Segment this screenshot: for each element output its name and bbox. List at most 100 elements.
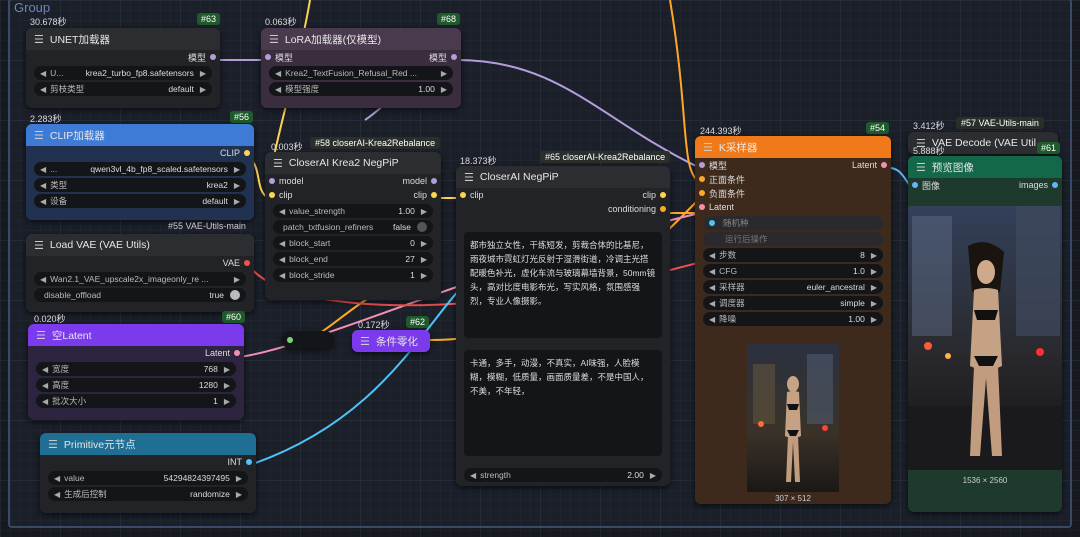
negpip-strength-widget[interactable]: ◀ strength 2.00 ▶ xyxy=(464,468,662,482)
left-arrow-icon[interactable]: ◀ xyxy=(279,255,285,264)
left-arrow-icon[interactable]: ◀ xyxy=(40,197,46,206)
menu-icon[interactable]: ☰ xyxy=(916,161,926,174)
slot-dot[interactable] xyxy=(881,162,887,168)
toggle-switch[interactable] xyxy=(417,222,427,232)
menu-icon[interactable]: ☰ xyxy=(464,171,474,184)
menu-icon[interactable]: ☰ xyxy=(34,33,44,46)
left-arrow-icon[interactable]: ◀ xyxy=(470,471,476,480)
preview-header[interactable]: ☰ 预览图像 xyxy=(908,156,1062,178)
left-arrow-icon[interactable]: ◀ xyxy=(40,181,46,190)
ksampler-in-negative[interactable]: 负面条件 xyxy=(695,186,891,200)
right-arrow-icon[interactable]: ▶ xyxy=(224,365,230,374)
left-arrow-icon[interactable]: ◀ xyxy=(40,275,46,284)
negpip2-patch-widget[interactable]: patch_txtfusion_refiners false xyxy=(273,220,433,234)
menu-icon[interactable]: ☰ xyxy=(48,438,58,451)
left-arrow-icon[interactable]: ◀ xyxy=(279,239,285,248)
ksampler-after-widget[interactable]: 运行后操作 xyxy=(703,232,883,246)
latent-batch-widget[interactable]: ◀ 批次大小 1 ▶ xyxy=(36,394,236,408)
unet-header[interactable]: ☰ UNET加载器 xyxy=(26,28,220,50)
negpip-out-cond[interactable]: conditioning xyxy=(456,202,670,216)
negpip2-strength-widget[interactable]: ◀ value_strength 1.00 ▶ xyxy=(273,204,433,218)
node-unet-loader[interactable]: ☰ UNET加载器 模型 ◀ U... krea2_turbo_fp8.safeten… xyxy=(26,28,220,108)
slot-dot[interactable] xyxy=(451,54,457,60)
node-empty-latent[interactable]: ☰ 空Latent Latent ◀ 宽度 768 ▶ ◀ 高度 1280 ▶ ◀ 批次大小 1 ▶ xyxy=(28,324,244,420)
latent-width-widget[interactable]: ◀ 宽度 768 ▶ xyxy=(36,362,236,376)
slot-dot[interactable] xyxy=(460,192,466,198)
menu-icon[interactable]: ☰ xyxy=(36,329,46,342)
slot-dot[interactable] xyxy=(699,190,705,196)
toggle-switch[interactable] xyxy=(230,290,240,300)
node-clip-loader[interactable]: ☰ CLIP加载器 CLIP ◀... qwen3vl_4b_fp8_scaled.… xyxy=(26,124,254,220)
latent-out[interactable]: Latent xyxy=(28,346,244,360)
vae-out[interactable]: VAE xyxy=(26,256,254,270)
node-preview-image[interactable]: ☰ 预览图像 图像 images 1536 × 2560 xyxy=(908,156,1062,512)
left-arrow-icon[interactable]: ◀ xyxy=(54,474,60,483)
right-arrow-icon[interactable]: ▶ xyxy=(871,315,877,324)
lora-strength-widget[interactable]: ◀ 模型强度 1.00 ▶ xyxy=(269,82,453,96)
slot-dot[interactable] xyxy=(269,192,275,198)
right-arrow-icon[interactable]: ▶ xyxy=(871,299,877,308)
primitive-header[interactable]: ☰ Primitive元节点 xyxy=(40,433,256,455)
lora-header[interactable]: ☰ LoRA加载器(仅模型) xyxy=(261,28,461,50)
reroute-in-dot[interactable] xyxy=(287,337,293,343)
latent-height-widget[interactable]: ◀ 高度 1280 ▶ xyxy=(36,378,236,392)
right-arrow-icon[interactable]: ▶ xyxy=(441,85,447,94)
positive-prompt-textarea[interactable]: 都市独立女性，干练短发，剪裁合体的比基尼，雨夜城市霓虹灯光反射于湿滑街道，冷调主… xyxy=(464,232,662,338)
slot-dot[interactable] xyxy=(244,260,250,266)
slot-dot[interactable] xyxy=(246,459,252,465)
right-arrow-icon[interactable]: ▶ xyxy=(421,271,427,280)
seed-input-dot[interactable] xyxy=(709,220,715,226)
slot-dot[interactable] xyxy=(269,178,275,184)
menu-icon[interactable]: ☰ xyxy=(273,157,283,170)
left-arrow-icon[interactable]: ◀ xyxy=(709,299,715,308)
right-arrow-icon[interactable]: ▶ xyxy=(421,239,427,248)
ksampler-sampler-widget[interactable]: ◀ 采样器 euler_ancestral ▶ xyxy=(703,280,883,294)
left-arrow-icon[interactable]: ◀ xyxy=(42,381,48,390)
right-arrow-icon[interactable]: ▶ xyxy=(200,85,206,94)
node-closerai-negpip[interactable]: ☰ CloserAI NegPiP clip clip conditioning … xyxy=(456,166,670,486)
slot-dot[interactable] xyxy=(234,350,240,356)
ksampler-steps-widget[interactable]: ◀ 步数 8 ▶ xyxy=(703,248,883,262)
lora-name-widget[interactable]: ◀ Krea2_TextFusion_Refusal_Red ... ▶ xyxy=(269,66,453,80)
right-arrow-icon[interactable]: ▶ xyxy=(234,275,240,284)
negpip2-header[interactable]: ☰ CloserAI Krea2 NegPiP xyxy=(265,152,441,174)
left-arrow-icon[interactable]: ◀ xyxy=(40,69,46,78)
vae-header[interactable]: ☰ Load VAE (VAE Utils) xyxy=(26,234,254,256)
clip-device-widget[interactable]: ◀ 设备 default ▶ xyxy=(34,194,246,208)
left-arrow-icon[interactable]: ◀ xyxy=(275,69,281,78)
node-load-vae[interactable]: ☰ Load VAE (VAE Utils) VAE ◀ Wan2.1_VAE_up… xyxy=(26,234,254,312)
menu-icon[interactable]: ☰ xyxy=(269,33,279,46)
node-ksampler[interactable]: ☰ K采样器 模型 Latent 正面条件 负面条件 Latent 随机种 运行后… xyxy=(695,136,891,504)
negative-prompt-textarea[interactable]: 卡通，多手，动漫，不真实，AI味强，人脸模糊，模糊，低质量，画面质量差，不是中国… xyxy=(464,350,662,456)
negpip2-start-widget[interactable]: ◀ block_start 0 ▶ xyxy=(273,236,433,250)
ksampler-in-latent[interactable]: Latent xyxy=(695,200,891,214)
slot-dot[interactable] xyxy=(660,206,666,212)
reroute-node[interactable] xyxy=(282,331,334,349)
slot-dot[interactable] xyxy=(210,54,216,60)
vae-name-widget[interactable]: ◀ Wan2.1_VAE_upscale2x_imageonly_re ... ▶ xyxy=(34,272,246,286)
left-arrow-icon[interactable]: ◀ xyxy=(279,271,285,280)
right-arrow-icon[interactable]: ▶ xyxy=(200,69,206,78)
slot-dot[interactable] xyxy=(699,204,705,210)
clip-name-widget[interactable]: ◀... qwen3vl_4b_fp8_scaled.safetensors ▶ xyxy=(34,162,246,176)
slot-dot[interactable] xyxy=(1052,182,1058,188)
right-arrow-icon[interactable]: ▶ xyxy=(234,197,240,206)
left-arrow-icon[interactable]: ◀ xyxy=(54,490,60,499)
unet-name-widget[interactable]: ◀ U... krea2_turbo_fp8.safetensors ▶ xyxy=(34,66,212,80)
negpip2-stride-widget[interactable]: ◀ block_stride 1 ▶ xyxy=(273,268,433,282)
right-arrow-icon[interactable]: ▶ xyxy=(234,181,240,190)
group-title[interactable]: Group xyxy=(14,0,50,15)
right-arrow-icon[interactable]: ▶ xyxy=(236,490,242,499)
left-arrow-icon[interactable]: ◀ xyxy=(42,365,48,374)
right-arrow-icon[interactable]: ▶ xyxy=(650,471,656,480)
slot-dot[interactable] xyxy=(265,54,271,60)
node-primitive[interactable]: ☰ Primitive元节点 INT ◀ value 54294824397495 ▶ … xyxy=(40,433,256,513)
clip-header[interactable]: ☰ CLIP加载器 xyxy=(26,124,254,146)
right-arrow-icon[interactable]: ▶ xyxy=(421,207,427,216)
slot-dot[interactable] xyxy=(699,162,705,168)
ksampler-scheduler-widget[interactable]: ◀ 调度器 simple ▶ xyxy=(703,296,883,310)
right-arrow-icon[interactable]: ▶ xyxy=(871,267,877,276)
right-arrow-icon[interactable]: ▶ xyxy=(441,69,447,78)
ksampler-seed-widget[interactable]: 随机种 xyxy=(703,216,883,230)
right-arrow-icon[interactable]: ▶ xyxy=(871,283,877,292)
